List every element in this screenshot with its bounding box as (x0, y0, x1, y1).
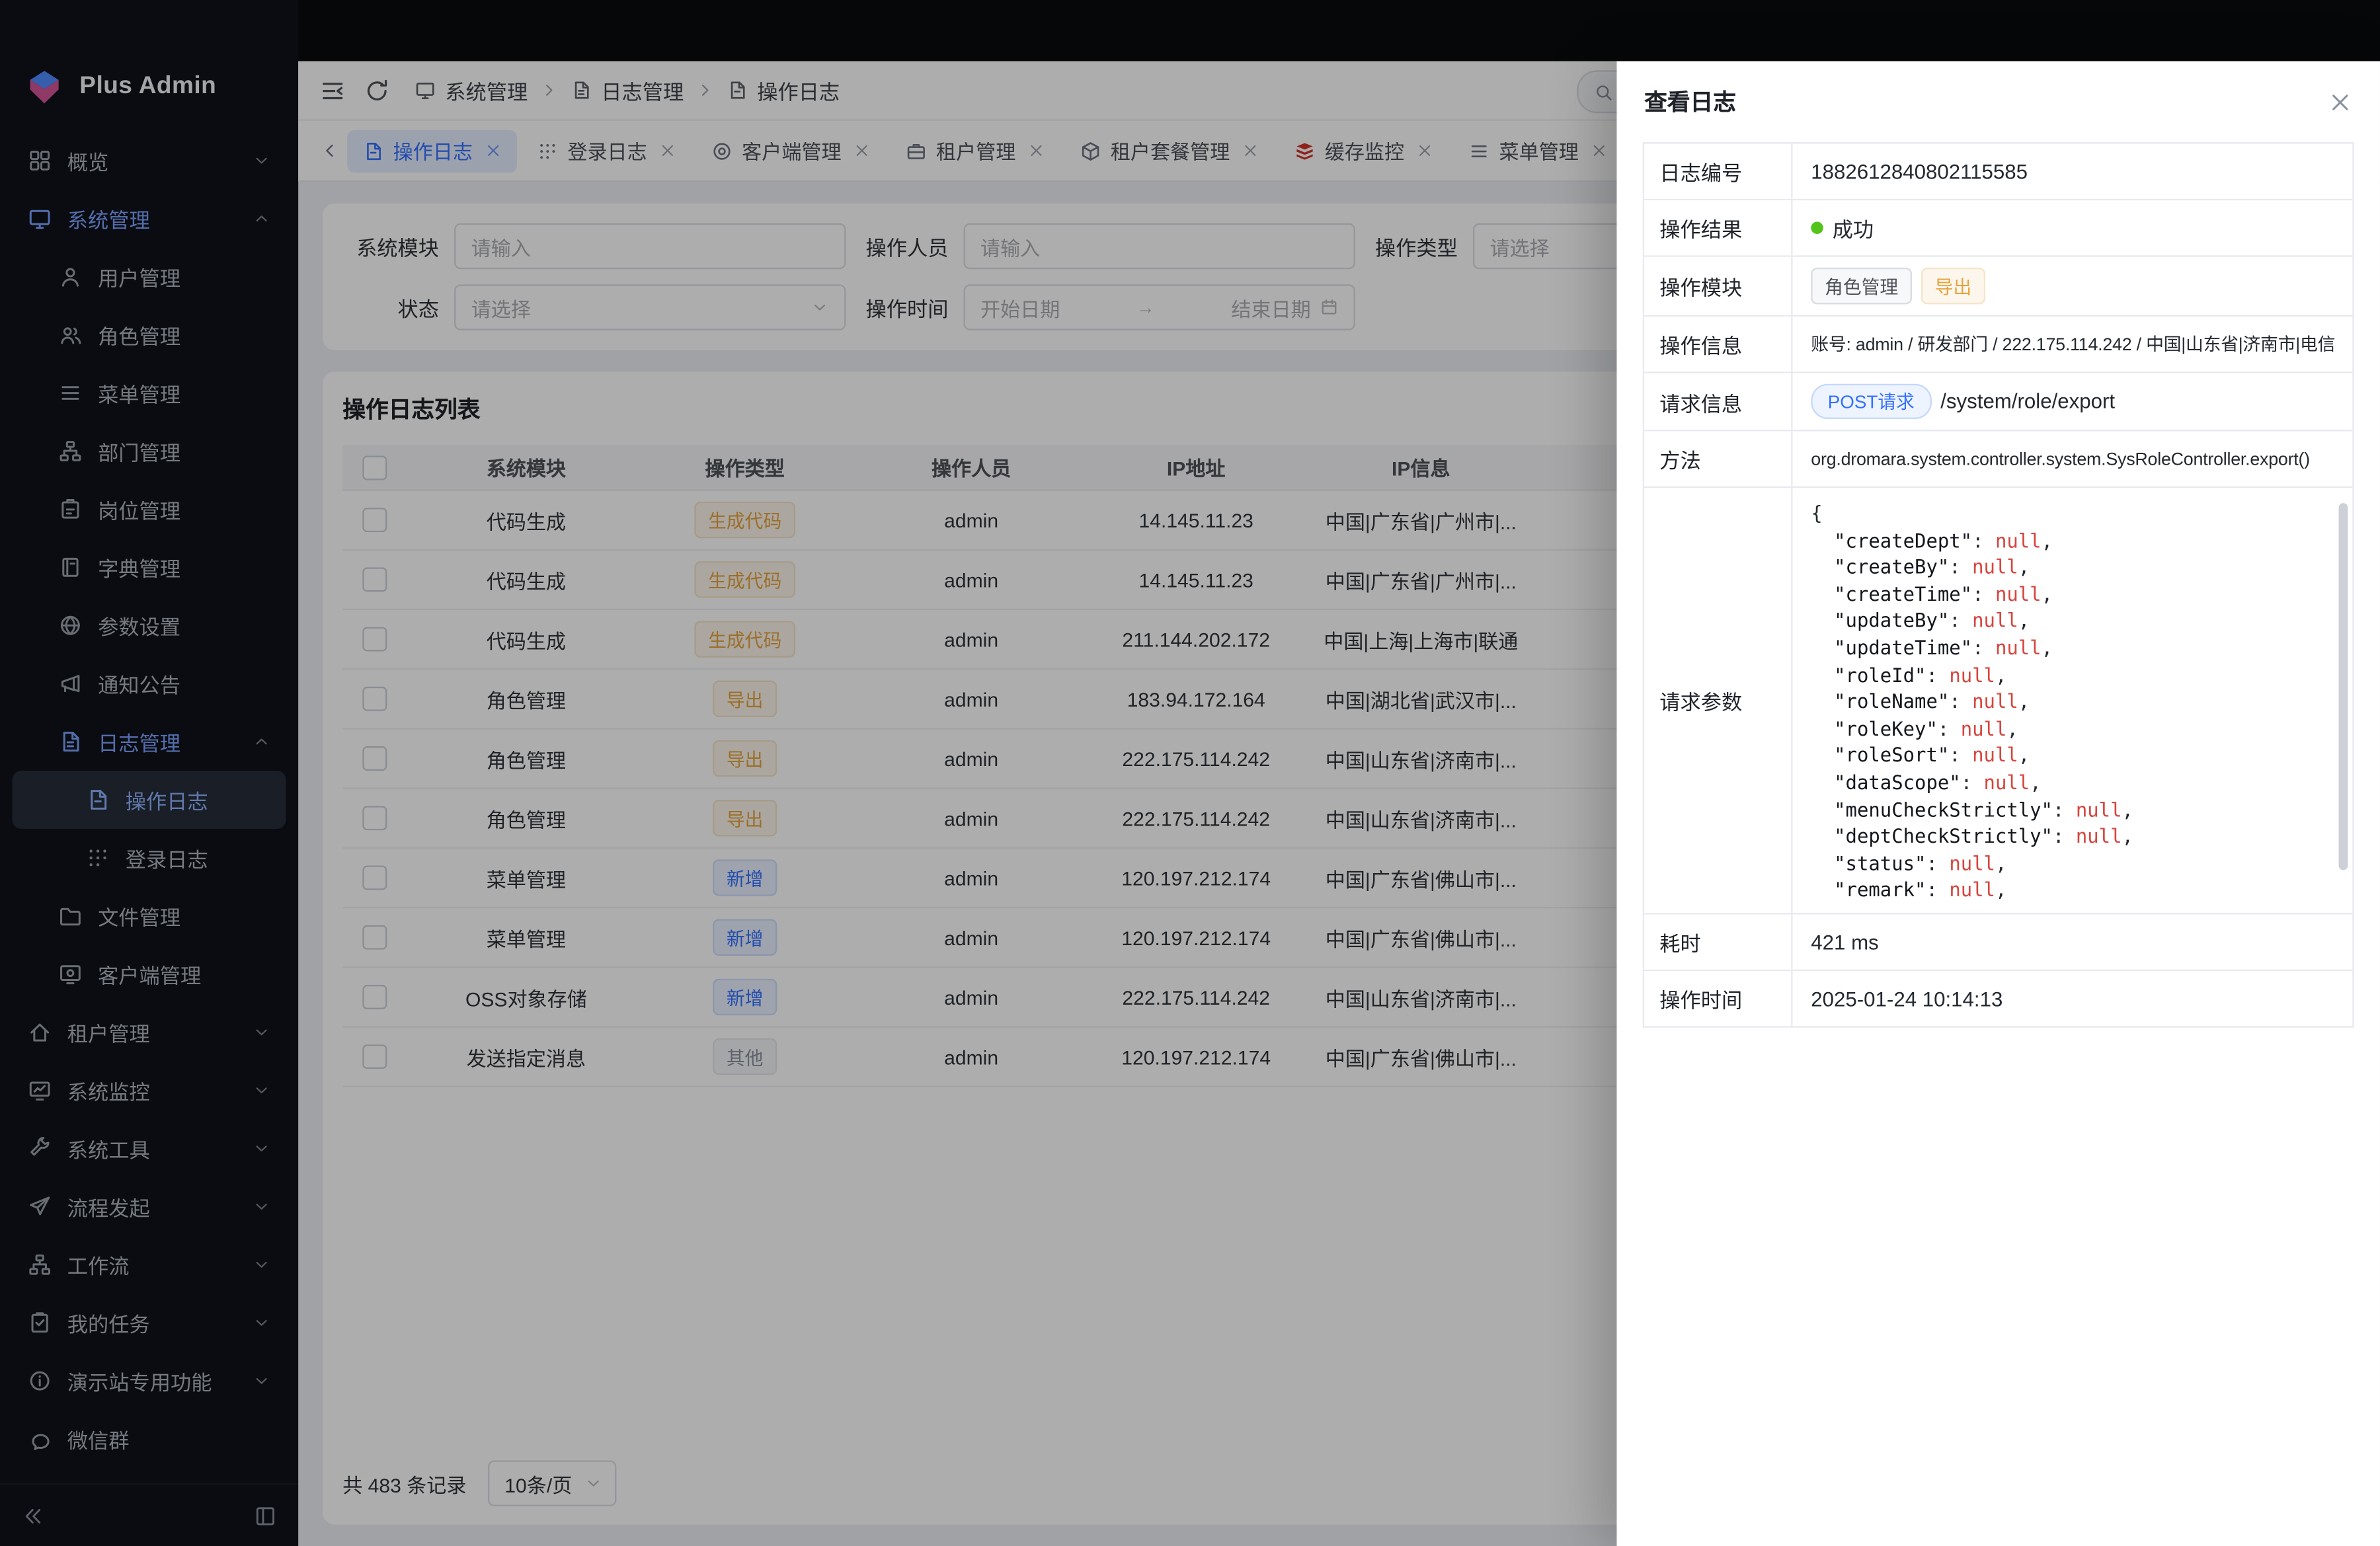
field-label: 耗时 (1644, 915, 1792, 970)
drawer-field-time: 操作时间 2025-01-24 10:14:13 (1644, 971, 2352, 1026)
drawer-field-module: 操作模块角色管理导出 (1644, 257, 2352, 317)
field-value: 1882612840802115585 (1793, 143, 2353, 198)
drawer-field-info: 操作信息账号: admin / 研发部门 / 222.175.114.242 /… (1644, 317, 2352, 373)
field-value: POST请求/system/role/export (1793, 373, 2353, 430)
request-url: /system/role/export (1940, 390, 2115, 413)
app-root: Plus Admin 概览系统管理用户管理角色管理菜单管理部门管理岗位管理字典管… (0, 0, 2380, 1546)
drawer-field-log-id: 日志编号 1882612840802115585 (1644, 143, 2352, 200)
scrollbar-thumb[interactable] (2338, 503, 2348, 870)
drawer-title: 查看日志 (1644, 86, 1736, 118)
field-value: 账号: admin / 研发部门 / 222.175.114.242 / 中国|… (1793, 317, 2353, 371)
field-text: 账号: admin / 研发部门 / 222.175.114.242 / 中国|… (1811, 332, 2335, 356)
field-label: 请求信息 (1644, 373, 1792, 430)
field-label: 方法 (1644, 431, 1792, 486)
log-detail-descriptions: 日志编号1882612840802115585操作结果成功操作模块角色管理导出操… (1643, 142, 2354, 1028)
drawer-header: 查看日志 (1616, 61, 2379, 136)
field-value: 2025-01-24 10:14:13 (1793, 971, 2353, 1026)
request-method-tag: POST请求 (1811, 384, 1931, 419)
drawer-field-duration: 耗时 421 ms (1644, 915, 2352, 972)
field-text: 421 ms (1811, 931, 1878, 954)
view-log-drawer: 查看日志 日志编号 1882612840802115585 操作结果 成功操作模块角色… (1616, 61, 2379, 1546)
field-label: 日志编号 (1644, 143, 1792, 198)
field-value: { "createDept": null, "createBy": null, … (1793, 488, 2353, 913)
drawer-field-method: 方法 org.dromara.system.controller.system.S… (1644, 431, 2352, 488)
field-value: 角色管理导出 (1793, 257, 2353, 315)
field-label: 操作信息 (1644, 317, 1792, 371)
request-params-json[interactable]: { "createDept": null, "createBy": null, … (1811, 500, 2133, 901)
field-value: 成功 (1793, 200, 2353, 255)
status-text: 成功 (1833, 213, 1874, 243)
field-text: 2025-01-24 10:14:13 (1811, 987, 2003, 1010)
field-value: 421 ms (1793, 915, 2353, 970)
drawer-field-params: 请求参数{ "createDept": null, "createBy": nu… (1644, 488, 2352, 914)
module-tag: 导出 (1921, 268, 1985, 305)
field-label: 操作结果 (1644, 200, 1792, 255)
field-label: 请求参数 (1644, 488, 1792, 913)
close-icon[interactable] (2328, 89, 2352, 114)
field-label: 操作模块 (1644, 257, 1792, 315)
field-value: org.dromara.system.controller.system.Sys… (1793, 431, 2353, 486)
drawer-field-request: 请求信息POST请求/system/role/export (1644, 373, 2352, 432)
drawer-body: 日志编号1882612840802115585操作结果成功操作模块角色管理导出操… (1616, 136, 2379, 1058)
field-label: 操作时间 (1644, 971, 1792, 1026)
status-dot (1811, 221, 1823, 234)
field-text: 1882612840802115585 (1811, 160, 2028, 183)
module-tag: 角色管理 (1811, 268, 1912, 305)
field-text: org.dromara.system.controller.system.Sys… (1811, 449, 2310, 469)
drawer-field-result: 操作结果 成功 (1644, 200, 2352, 257)
